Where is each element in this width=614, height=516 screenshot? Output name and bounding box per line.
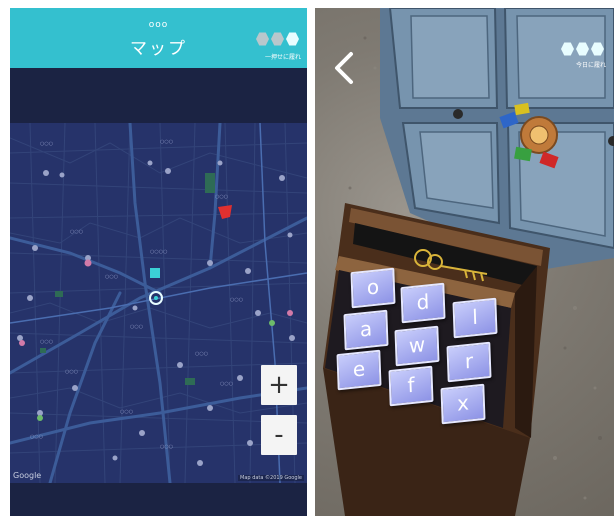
- back-button[interactable]: [329, 48, 359, 88]
- map-attribution[interactable]: Map data ©2019 Google: [238, 475, 304, 481]
- keypad-key[interactable]: e: [336, 349, 382, 391]
- google-logo: Google: [13, 471, 42, 480]
- svg-text:○○○: ○○○: [65, 369, 78, 375]
- progress-hex-icon: [256, 32, 269, 46]
- progress-indicator: [561, 42, 604, 56]
- svg-text:○○○: ○○○: [40, 339, 53, 345]
- svg-text:○○○: ○○○: [30, 434, 43, 440]
- progress-hex-icon: [561, 42, 574, 56]
- keypad-key[interactable]: a: [343, 309, 389, 351]
- keypad-key[interactable]: o: [350, 267, 396, 309]
- ar-scene: [323, 8, 614, 516]
- keypad-key[interactable]: d: [400, 282, 446, 324]
- progress-hex-icon: [591, 42, 604, 56]
- map-top-spacer: [10, 68, 307, 123]
- progress-hex-icon: [286, 32, 299, 46]
- svg-text:○○○: ○○○: [160, 139, 173, 145]
- svg-text:○○○: ○○○: [105, 274, 118, 280]
- keypad-key[interactable]: l: [452, 297, 498, 339]
- ar-puzzle-screen: 今日に履れ o d l a w r e f x: [315, 8, 614, 516]
- keypad-key[interactable]: r: [446, 341, 492, 383]
- keypad-key[interactable]: x: [440, 383, 486, 425]
- progress-hex-icon: [271, 32, 284, 46]
- zoom-out-button[interactable]: -: [261, 415, 297, 455]
- svg-text:○○○○: ○○○○: [150, 249, 167, 255]
- progress-hex-icon: [576, 42, 589, 56]
- map-footer: [10, 483, 307, 516]
- map-screen: ooo マップ 一押せに履れ ○○○ ○○○ ○○○ ○○○ ○○○○ ○○○ …: [10, 8, 307, 516]
- svg-text:○○○: ○○○: [195, 351, 208, 357]
- svg-text:○○○: ○○○: [160, 444, 173, 450]
- svg-text:○○○: ○○○: [130, 324, 143, 330]
- svg-text:○○○: ○○○: [215, 194, 228, 200]
- map-header: ooo マップ 一押せに履れ: [10, 8, 307, 68]
- svg-text:○○○: ○○○: [220, 381, 233, 387]
- progress-caption: 一押せに履れ: [264, 54, 301, 61]
- zoom-in-button[interactable]: +: [261, 365, 297, 405]
- svg-text:○○○: ○○○: [120, 409, 133, 415]
- svg-text:○○○: ○○○: [230, 297, 243, 303]
- progress-caption: 今日に履れ: [575, 62, 606, 69]
- svg-text:○○○: ○○○: [40, 141, 53, 147]
- keypad-key[interactable]: w: [394, 325, 440, 367]
- chevron-left-icon: [335, 52, 353, 84]
- header-small-label: ooo: [148, 20, 169, 30]
- keypad-key[interactable]: f: [388, 365, 434, 407]
- svg-text:○○○: ○○○: [70, 229, 83, 235]
- progress-indicator: [256, 32, 299, 46]
